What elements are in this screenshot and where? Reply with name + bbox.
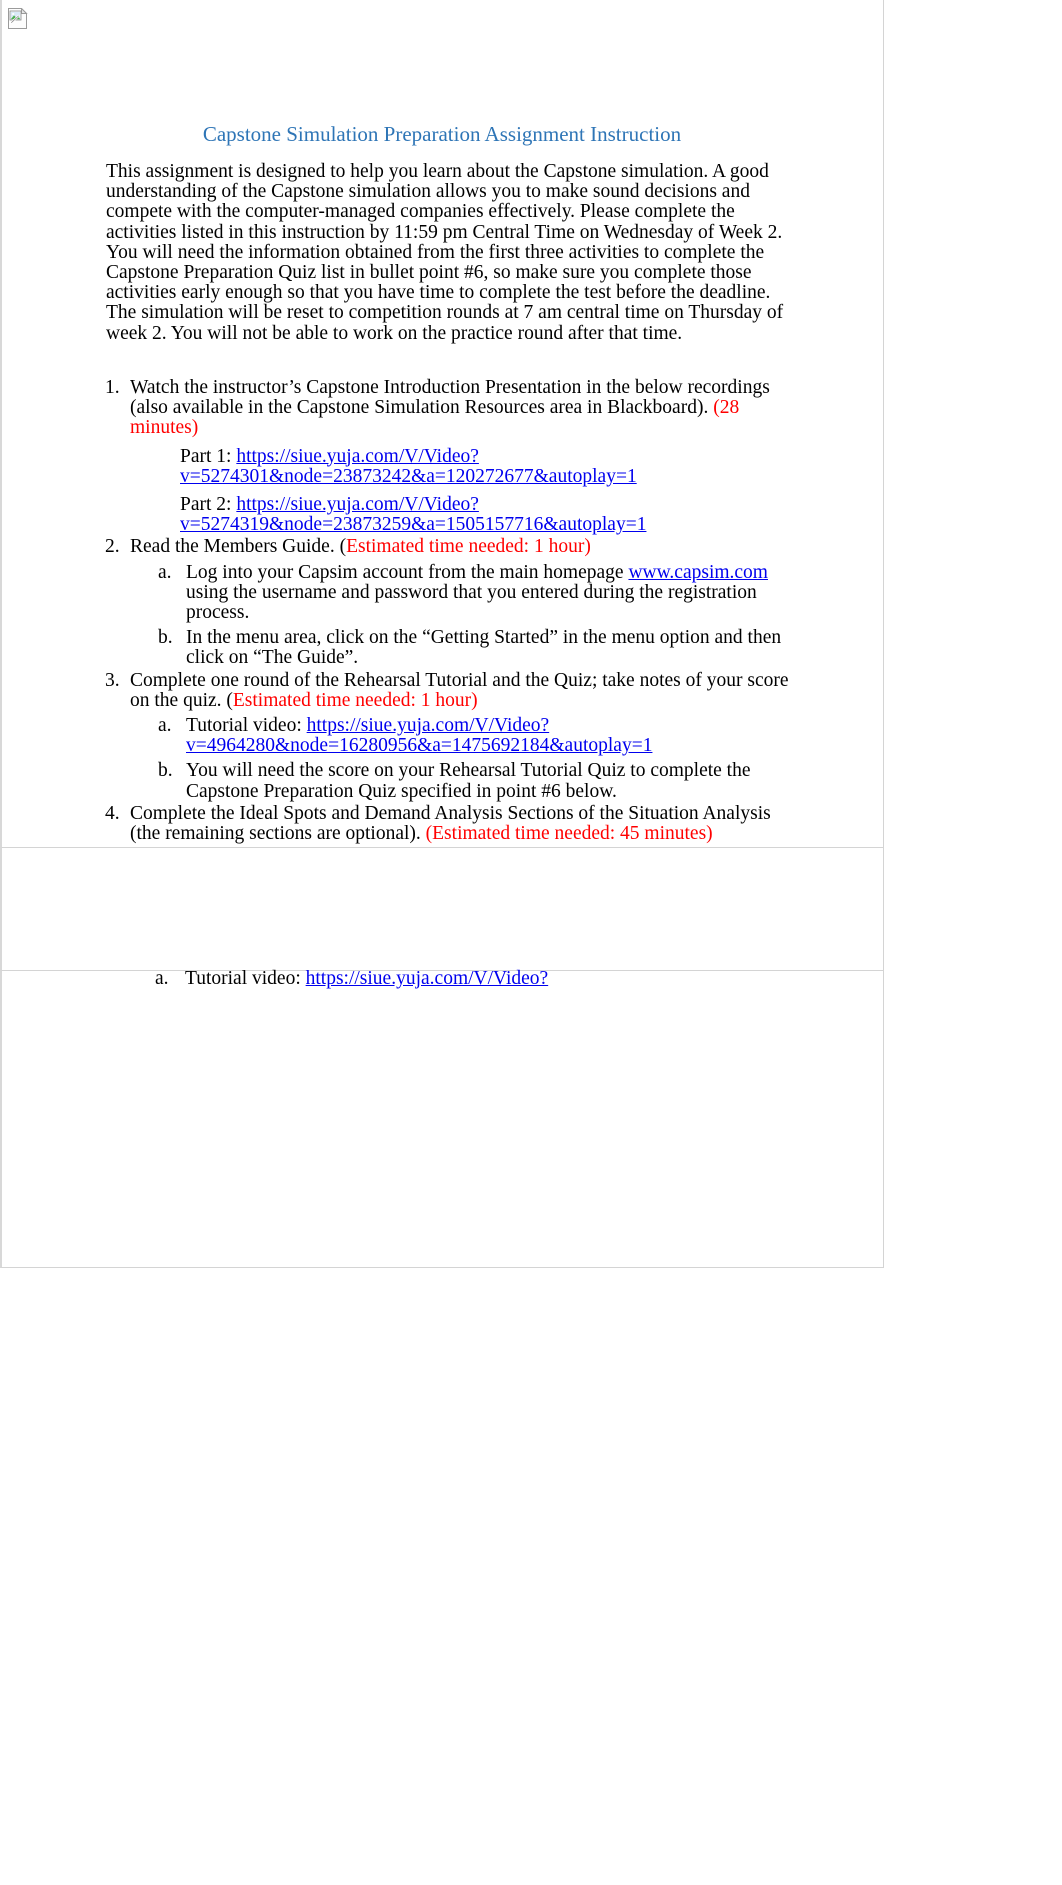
document-page-3 [0,970,884,1268]
sub-marker: b. [158,760,173,782]
list-item-3: 3. Complete one round of the Rehearsal T… [105,669,795,802]
list-item-4-time-estimate: (Estimated time needed: 45 minutes) [425,823,713,845]
tutorial-video-label: Tutorial video: [186,715,307,737]
list-item-2a-text-after: using the username and password that you… [186,581,757,624]
capsim-homepage-link[interactable]: www.capsim.com [628,562,768,583]
list-item-2-text: Read the Members Guide. ( [130,536,347,558]
list-item-3b-text: You will need the score on your Rehearsa… [186,760,751,802]
document-page-2 [0,848,884,970]
list-item-2a: a. Log into your Capsim account from the… [158,561,795,624]
instruction-list: 1. Watch the instructor’s Capstone Intro… [105,377,795,846]
list-item-2-time-estimate: Estimated time needed: 1 hour) [346,536,591,558]
intro-paragraph-2: The simulation will be reset to competit… [106,302,784,344]
list-item-2b: b. In the menu area, click on the “Getti… [158,627,795,669]
tutorial-video-link[interactable]: https://siue.yuja.com/V/Video? [307,715,550,736]
list-item-3a: a. Tutorial video: https://siue.yuja.com… [158,715,795,756]
part-2-link[interactable]: https://siue.yuja.com/V/Video? [236,494,479,515]
part-2-link-continued[interactable]: v=5274319&node=23873259&a=1505157716&aut… [180,514,646,535]
part-2-label: Part 2: [180,494,232,516]
tail-list-item: a. Tutorial video: https://siue.yuja.com/… [155,968,795,989]
intro-block: This assignment is designed to help you … [106,161,786,344]
list-item-1-sub-part2: Part 2: https://siue.yuja.com/V/Video? v… [180,494,795,535]
broken-image-icon [8,7,28,29]
list-item-4: 4. Complete the Ideal Spots and Demand A… [105,802,795,845]
sub-marker: a. [155,968,169,989]
sub-marker: a. [158,715,172,737]
tail-tutorial-video-label: Tutorial video: [185,968,306,989]
list-item-2a-text-before: Log into your Capsim account from the ma… [186,561,629,583]
list-marker: 4. [105,802,120,824]
list-item-2-sublist: a. Log into your Capsim account from the… [130,561,795,669]
list-item-3b: b. You will need the score on your Rehea… [158,760,795,802]
part-1-label: Part 1: [180,445,232,467]
page-title: Capstone Simulation Preparation Assignme… [202,122,682,146]
list-item-1-text: Watch the instructor’s Capstone Introduc… [130,377,770,419]
sub-marker: b. [158,627,173,649]
list-marker: 2. [105,536,120,558]
sub-marker: a. [158,561,172,583]
list-marker: 1. [105,377,120,398]
list-item-1-sub-part1: Part 1: https://siue.yuja.com/V/Video? v… [180,445,795,487]
list-item-1-sublist: Part 1: https://siue.yuja.com/V/Video? v… [130,445,795,536]
part-1-link-continued[interactable]: v=5274301&node=23873242&a=120272677&auto… [180,466,637,487]
intro-paragraph-1: This assignment is designed to help you … [106,161,783,304]
part-1-link[interactable]: https://siue.yuja.com/V/Video? [236,446,479,467]
list-item-2: 2. Read the Members Guide. (Estimated ti… [105,537,795,668]
list-item-3-time-estimate: Estimated time needed: 1 hour) [232,689,478,711]
list-item-3-sublist: a. Tutorial video: https://siue.yuja.com… [130,715,795,802]
list-marker: 3. [105,669,120,691]
tutorial-video-link-continued[interactable]: v=4964280&node=16280956&a=1475692184&aut… [186,735,652,756]
list-item-1: 1. Watch the instructor’s Capstone Intro… [105,377,795,536]
list-item-2b-text: In the menu area, click on the “Getting … [186,627,782,669]
tail-tutorial-video-link[interactable]: https://siue.yuja.com/V/Video? [306,968,549,989]
